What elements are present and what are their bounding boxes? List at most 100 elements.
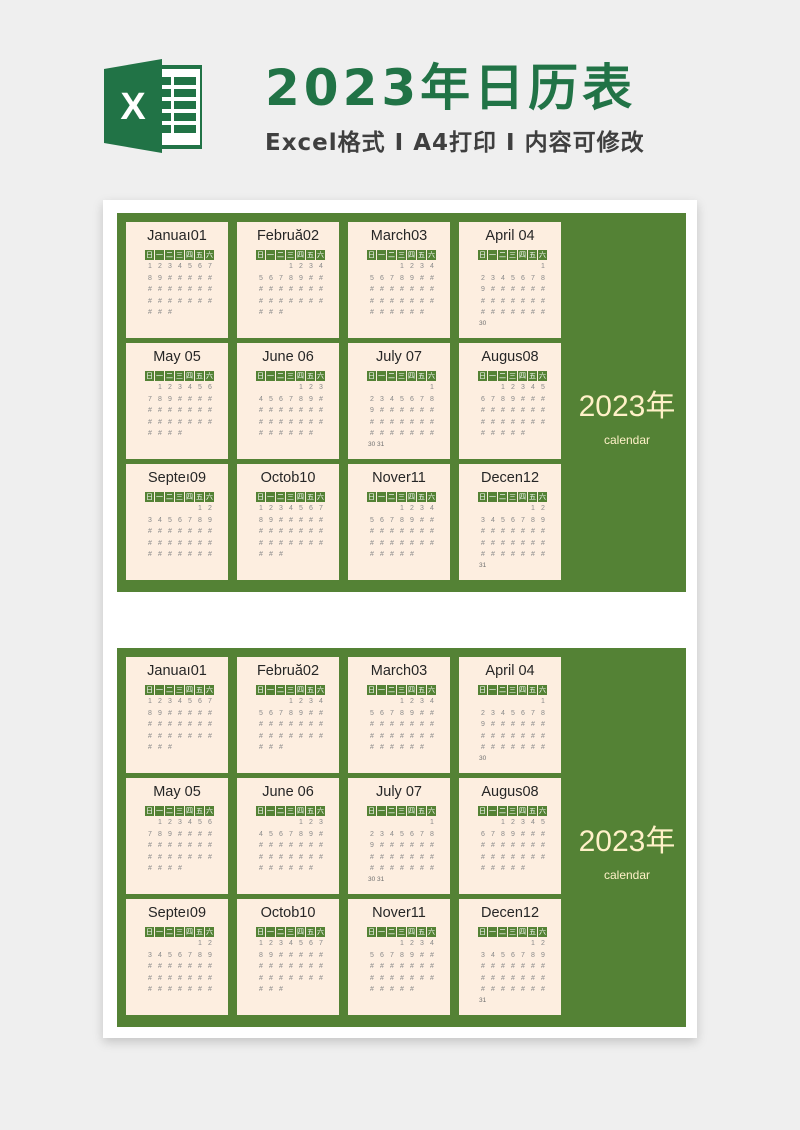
weekday-label: 二 bbox=[276, 250, 285, 260]
day-cell: # bbox=[299, 963, 303, 971]
weekday-header: 日一二三四五六 bbox=[145, 685, 215, 695]
day-cell: # bbox=[521, 963, 525, 971]
weekday-label: 日 bbox=[367, 492, 376, 502]
day-cell: # bbox=[289, 842, 293, 850]
month-title: Februă02 bbox=[256, 663, 320, 679]
day-cell: # bbox=[390, 407, 394, 415]
day-cell: # bbox=[269, 539, 273, 547]
weekday-label: 五 bbox=[306, 250, 315, 260]
day-cell: 2 bbox=[410, 940, 414, 947]
day-cell: # bbox=[370, 986, 374, 994]
week-row: 1234 bbox=[367, 696, 437, 708]
week-row: 2345678 bbox=[367, 394, 437, 406]
day-cell: # bbox=[269, 842, 273, 850]
day-cell: 7 bbox=[491, 395, 495, 403]
day-cell bbox=[296, 307, 306, 319]
day-cell: # bbox=[501, 309, 505, 317]
day-cell: # bbox=[380, 842, 384, 850]
day-cell: # bbox=[148, 528, 152, 536]
weekday-label: 六 bbox=[427, 927, 436, 937]
weekday-label: 日 bbox=[256, 806, 265, 816]
day-cell: # bbox=[511, 853, 515, 861]
day-cell: 7 bbox=[390, 274, 394, 282]
day-cell: 2 bbox=[168, 384, 172, 391]
day-cell: 5 bbox=[269, 830, 273, 838]
day-cell: 1 bbox=[501, 819, 505, 826]
day-cell: # bbox=[370, 551, 374, 559]
day-cell: # bbox=[148, 842, 152, 850]
day-cell: # bbox=[370, 853, 374, 861]
week-row: # # # # # # # bbox=[478, 526, 548, 538]
week-row: # # # # # # # bbox=[367, 526, 437, 538]
day-cell: # bbox=[198, 297, 202, 305]
day-cell: 6 bbox=[178, 516, 182, 524]
day-cell bbox=[498, 503, 508, 515]
weekday-label: 三 bbox=[175, 927, 184, 937]
day-cell: # bbox=[289, 430, 293, 438]
day-cell: 9 bbox=[541, 951, 545, 959]
month-card: Nover11 日一二三四五六 1 2 3 4 5 6 7 8 9 # # # # # # # # # # # # # # # # #… bbox=[348, 899, 450, 1015]
day-cell bbox=[185, 938, 195, 950]
month-title: July 07 bbox=[376, 784, 422, 800]
day-cell: 1 bbox=[541, 698, 545, 705]
week-row: 9 # # # # # # bbox=[478, 719, 548, 731]
day-cell bbox=[417, 382, 427, 394]
day-cell: # bbox=[541, 286, 545, 294]
week-row: 8 9 # # # # # bbox=[256, 950, 326, 962]
weekday-header: 日一二三四五六 bbox=[367, 806, 437, 816]
day-cell: # bbox=[279, 951, 283, 959]
day-cell: # bbox=[380, 721, 384, 729]
day-cell bbox=[508, 503, 518, 515]
day-cell: 9 bbox=[269, 516, 273, 524]
day-cell: # bbox=[400, 309, 404, 317]
day-cell: # bbox=[188, 539, 192, 547]
month-card: May 05 日一二三四五六 1 2 3 4 5 6 7 8 9 # # # # # # # # # # # # # # # # # #… bbox=[126, 343, 228, 459]
weekday-label: 二 bbox=[498, 250, 507, 260]
weekday-label: 六 bbox=[538, 492, 547, 502]
day-cell: # bbox=[390, 842, 394, 850]
day-cell: 5 bbox=[541, 384, 545, 391]
week-row: # # # # # # # bbox=[367, 538, 437, 550]
weekday-label: 五 bbox=[195, 492, 204, 502]
week-row: # # # # # # # bbox=[256, 961, 326, 973]
month-card: Februă02 日一二三四五六 1 2 3 4 5 6 7 8 9 # # # # # # # # # # # # # # # #… bbox=[237, 657, 339, 773]
day-cell: # bbox=[491, 551, 495, 559]
day-cell: 5 bbox=[299, 505, 303, 512]
day-cell: 4 bbox=[491, 516, 495, 524]
day-cell: 1 bbox=[289, 263, 293, 270]
day-cell: 5 bbox=[501, 951, 505, 959]
day-cell: # bbox=[370, 865, 374, 873]
day-cell: # bbox=[309, 407, 313, 415]
day-cell: 5 bbox=[188, 263, 192, 270]
day-cell: # bbox=[198, 274, 202, 282]
day-cell: 4 bbox=[188, 384, 192, 391]
weekday-label: 三 bbox=[286, 492, 295, 502]
day-cell: # bbox=[521, 830, 525, 838]
day-cell: # bbox=[541, 974, 545, 982]
day-cell: 6 bbox=[511, 951, 515, 959]
day-cell: # bbox=[491, 744, 495, 752]
day-cell: # bbox=[380, 430, 384, 438]
day-cell: # bbox=[521, 986, 525, 994]
day-cell: # bbox=[299, 539, 303, 547]
weekday-header: 日一二三四五六 bbox=[478, 492, 548, 502]
day-cell: # bbox=[390, 539, 394, 547]
day-cell: # bbox=[208, 709, 212, 717]
day-cell: # bbox=[289, 963, 293, 971]
weekday-label: 三 bbox=[397, 250, 406, 260]
weekday-label: 四 bbox=[185, 371, 194, 381]
day-cell: # bbox=[279, 721, 283, 729]
day-cell: # bbox=[148, 297, 152, 305]
week-row: # # # # # # # bbox=[145, 417, 215, 429]
weekday-label: 二 bbox=[387, 806, 396, 816]
week-row: 1234567 bbox=[256, 503, 326, 515]
day-cell bbox=[286, 984, 296, 996]
day-cell bbox=[316, 863, 326, 875]
day-cell bbox=[488, 503, 498, 515]
day-cell bbox=[387, 382, 397, 394]
day-cell: 9 bbox=[208, 516, 212, 524]
day-cell bbox=[276, 696, 286, 708]
week-row: 8 9 # # # # # bbox=[256, 515, 326, 527]
day-cell: # bbox=[188, 721, 192, 729]
day-cell: 5 bbox=[400, 395, 404, 403]
